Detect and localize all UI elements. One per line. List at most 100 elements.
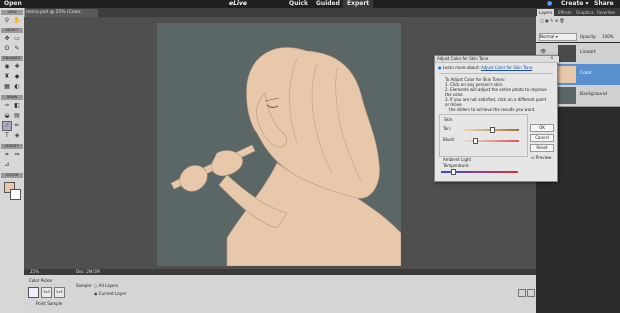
dialog-title: Adjust Color for Skin Tone: [435, 56, 559, 63]
straighten-tool-icon[interactable]: ⊿: [3, 161, 11, 169]
sample-size-label: Point Sample: [36, 301, 63, 306]
document-tab-bar: mono.psd @ 25% (Color, RGB/8) * ×: [24, 8, 536, 23]
point-sample-button[interactable]: [28, 287, 39, 298]
modify-section-label: MODIFY: [1, 144, 23, 149]
tab-favorites[interactable]: Favorites: [595, 9, 617, 16]
preview-checkbox[interactable]: ☑ Preview: [531, 155, 551, 160]
instruction-step: the sliders to achieve the results you w…: [449, 107, 536, 112]
temperature-slider-handle[interactable]: [450, 169, 456, 175]
blush-label: Blush:: [443, 137, 456, 142]
pencil-tool-icon[interactable]: ✏: [13, 122, 21, 130]
blush-slider-handle[interactable]: [473, 138, 478, 144]
opacity-value[interactable]: 100%: [602, 34, 613, 39]
layer-thumbnail: [558, 87, 576, 104]
eyedropper-tool-icon[interactable]: ⁄: [2, 121, 12, 131]
skin-group: Skin Tan: Blush:: [439, 114, 528, 157]
view-section-label: VIEW: [1, 10, 23, 15]
select-section-label: SELECT: [1, 28, 23, 33]
preview-label: Preview: [535, 155, 552, 160]
opacity-label: Opacity:: [580, 34, 597, 39]
instruction-step: 3. If you are not satisfied, click on a …: [445, 97, 547, 107]
sample-label: Sample:: [76, 283, 93, 288]
mode-expert[interactable]: Expert: [343, 0, 374, 8]
layer-name: Background: [580, 92, 607, 97]
open-menu[interactable]: Open: [4, 0, 22, 8]
blush-slider[interactable]: [464, 138, 519, 144]
new-layer-icon[interactable]: ▢ ▣ ✎ ⊕ 🗑: [540, 18, 564, 23]
tool-options-title: Color Picker: [29, 278, 53, 283]
learn-more-label: Learn more about:: [442, 65, 480, 70]
shape-tool-icon[interactable]: ◈: [13, 132, 21, 140]
layer-name: Color: [580, 71, 592, 76]
blend-mode-select[interactable]: Normal ▾: [539, 33, 577, 41]
zoom-tool-icon[interactable]: ⚲: [3, 17, 11, 25]
artwork-image: [170, 47, 401, 266]
current-layer-radio[interactable]: ◉ Current Layer: [94, 291, 126, 296]
divider: [439, 73, 553, 74]
help-icon[interactable]: [518, 289, 526, 297]
document-tab[interactable]: mono.psd @ 25% (Color, RGB/8) * ×: [24, 9, 98, 23]
healing-brush-icon[interactable]: ✚: [13, 63, 21, 71]
mode-quick[interactable]: Quick: [289, 0, 308, 8]
toolbox: VIEW ⚲ ✋ SELECT ✥ ▭ ʘ ✎ ENHANCE ◉ ✚ ♜ ◆ …: [0, 8, 25, 313]
top-bar: Open eLive Quick Guided Expert ● Create …: [0, 0, 620, 8]
menu-icon[interactable]: [527, 289, 535, 297]
reset-button[interactable]: Reset: [530, 144, 554, 152]
image-canvas[interactable]: [157, 23, 401, 266]
instruction-step: 2. Elements will adjust the entire photo…: [445, 87, 547, 97]
close-icon[interactable]: ×: [550, 56, 554, 61]
crop-tool-icon[interactable]: ⌗: [3, 151, 11, 159]
blur-tool-icon[interactable]: ◆: [13, 73, 21, 81]
clone-stamp-icon[interactable]: ♜: [3, 73, 11, 81]
ok-button[interactable]: OK: [530, 124, 554, 132]
adjust-skin-tone-dialog: Adjust Color for Skin Tone × ● Learn mor…: [434, 55, 559, 182]
learn-more-link[interactable]: Adjust Color for Skin Tone: [481, 65, 532, 70]
draw-section-label: DRAW: [1, 95, 23, 100]
instructions: To Adjust Color for Skin Tones: 1. Click…: [445, 77, 549, 112]
tab-effects[interactable]: Effects: [556, 9, 574, 16]
gradient-tool-icon[interactable]: ▤: [13, 112, 21, 120]
enhance-section-label: ENHANCE: [1, 56, 23, 61]
tool-options-bar: Color Picker 3x3 5x5 Point Sample Sample…: [24, 275, 536, 313]
sponge-tool-icon[interactable]: ▦: [3, 83, 11, 91]
mode-guided[interactable]: Guided: [316, 0, 340, 8]
sample-5x5-button[interactable]: 5x5: [54, 287, 65, 298]
ambient-light-label: Ambient Light: [443, 157, 472, 162]
quick-select-icon[interactable]: ✎: [13, 45, 21, 53]
sample-3x3-button[interactable]: 3x3: [41, 287, 52, 298]
layer-thumbnail: [558, 66, 576, 83]
create-button[interactable]: Create ▾: [561, 0, 589, 8]
eraser-tool-icon[interactable]: ◧: [13, 102, 21, 110]
share-button[interactable]: Share: [594, 0, 614, 8]
layer-controls: ▢ ▣ ✎ ⊕ 🗑 Normal ▾ Opacity: 100%: [536, 16, 620, 42]
bell-icon[interactable]: ●: [547, 0, 552, 8]
red-eye-icon[interactable]: ◉: [3, 63, 11, 71]
type-tool-icon[interactable]: T: [3, 132, 11, 140]
color-section-label: COLOR: [1, 173, 23, 178]
paint-bucket-icon[interactable]: ◒: [3, 112, 11, 120]
layer-thumbnail: [558, 45, 576, 62]
info-icon: ●: [438, 65, 442, 70]
all-layers-radio[interactable]: ○ All Layers: [94, 283, 118, 288]
skin-group-label: Skin: [444, 117, 453, 122]
panel-tabs: Layers Effects Graphics Favorites: [536, 8, 620, 16]
tab-graphics[interactable]: Graphics: [574, 9, 596, 16]
marquee-tool-icon[interactable]: ▭: [13, 35, 21, 43]
learn-more-row: ● Learn more about: Adjust Color for Ski…: [438, 65, 556, 70]
layer-name: Lineart: [580, 50, 596, 55]
tab-layers[interactable]: Layers: [537, 9, 555, 16]
cancel-button[interactable]: Cancel: [530, 134, 554, 142]
hand-tool-icon[interactable]: ✋: [13, 17, 21, 25]
lasso-tool-icon[interactable]: ʘ: [3, 45, 11, 53]
app-logo: eLive: [229, 0, 247, 7]
tan-slider[interactable]: [464, 127, 519, 133]
temperature-label: Temperature:: [443, 163, 470, 168]
move-tool-icon[interactable]: ✥: [3, 35, 11, 43]
background-color-swatch[interactable]: [10, 189, 21, 200]
tan-label: Tan:: [443, 126, 452, 131]
tan-slider-handle[interactable]: [489, 127, 495, 133]
temperature-slider[interactable]: [441, 169, 518, 175]
recompose-tool-icon[interactable]: ⇔: [13, 151, 21, 159]
dodge-tool-icon[interactable]: ◐: [13, 83, 21, 91]
brush-tool-icon[interactable]: ✑: [3, 102, 11, 110]
